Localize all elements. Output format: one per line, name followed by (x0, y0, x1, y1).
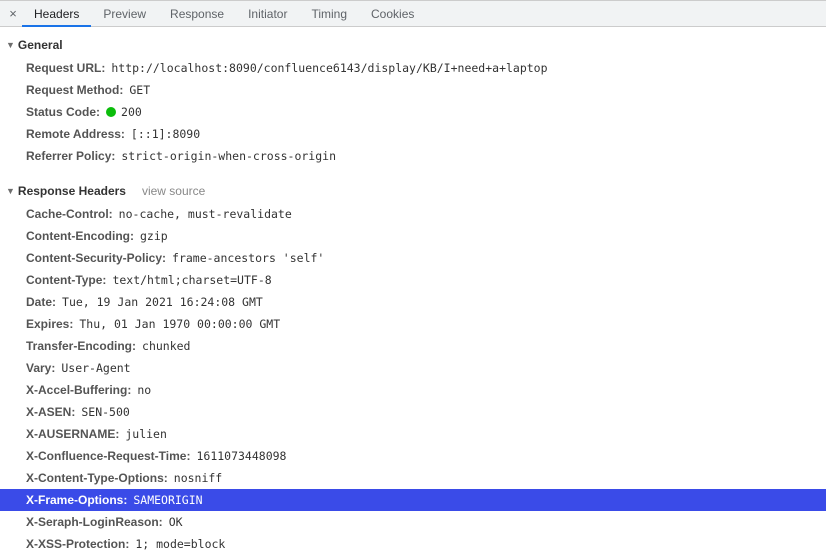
header-key: X-XSS-Protection: (26, 536, 129, 552)
header-row[interactable]: Status Code: 200 (0, 101, 826, 123)
header-row[interactable]: Date: Tue, 19 Jan 2021 16:24:08 GMT (0, 291, 826, 313)
header-row[interactable]: X-ASEN: SEN-500 (0, 401, 826, 423)
header-key: Content-Security-Policy: (26, 250, 166, 266)
header-value: julien (125, 426, 167, 442)
tab-cookies[interactable]: Cookies (359, 1, 426, 27)
tab-headers[interactable]: Headers (22, 1, 91, 27)
header-value: text/html;charset=UTF-8 (112, 272, 271, 288)
header-key: Status Code: (26, 104, 100, 120)
tab-preview[interactable]: Preview (91, 1, 158, 27)
header-key: Expires: (26, 316, 73, 332)
header-value: frame-ancestors 'self' (172, 250, 324, 266)
header-row[interactable]: X-Accel-Buffering: no (0, 379, 826, 401)
header-value: 1611073448098 (196, 448, 286, 464)
header-value: gzip (140, 228, 168, 244)
header-value: nosniff (174, 470, 222, 486)
header-key: Request Method: (26, 82, 123, 98)
header-key: Content-Type: (26, 272, 106, 288)
section-toggle-general[interactable]: ▼ General (0, 35, 826, 55)
header-key: X-Content-Type-Options: (26, 470, 168, 486)
header-key: Date: (26, 294, 56, 310)
tab-response[interactable]: Response (158, 1, 236, 27)
header-key: Referrer Policy: (26, 148, 115, 164)
header-value: SAMEORIGIN (133, 492, 202, 508)
general-rows: Request URL: http://localhost:8090/conflu… (0, 55, 826, 175)
tab-timing[interactable]: Timing (299, 1, 359, 27)
header-row[interactable]: Transfer-Encoding: chunked (0, 335, 826, 357)
section-title: General (18, 38, 63, 52)
header-value: strict-origin-when-cross-origin (121, 148, 336, 164)
panel-content: ▼ General Request URL: http://localhost:8… (0, 27, 826, 558)
header-key: X-Confluence-Request-Time: (26, 448, 190, 464)
header-value: SEN-500 (81, 404, 129, 420)
section-response-headers: ▼ Response Headers view source Cache-Con… (0, 181, 826, 558)
header-key: Remote Address: (26, 126, 125, 142)
header-key: X-ASEN: (26, 404, 75, 420)
header-key: X-Frame-Options: (26, 492, 127, 508)
view-source-link[interactable]: view source (142, 184, 205, 198)
header-key: Content-Encoding: (26, 228, 134, 244)
header-key: X-AUSERNAME: (26, 426, 119, 442)
header-row[interactable]: Referrer Policy: strict-origin-when-cross… (0, 145, 826, 167)
header-key: X-Seraph-LoginReason: (26, 514, 163, 530)
header-row[interactable]: Content-Encoding: gzip (0, 225, 826, 247)
header-row[interactable]: Remote Address: [::1]:8090 (0, 123, 826, 145)
header-key: Cache-Control: (26, 206, 113, 222)
section-title: Response Headers (18, 184, 126, 198)
tabbar: × HeadersPreviewResponseInitiatorTimingC… (0, 0, 826, 27)
section-general: ▼ General Request URL: http://localhost:8… (0, 35, 826, 175)
header-row[interactable]: X-Content-Type-Options: nosniff (0, 467, 826, 489)
header-value: [::1]:8090 (131, 126, 200, 142)
header-value: OK (169, 514, 183, 530)
header-value: chunked (142, 338, 190, 354)
header-row[interactable]: Vary: User-Agent (0, 357, 826, 379)
header-row[interactable]: Content-Type: text/html;charset=UTF-8 (0, 269, 826, 291)
triangle-down-icon: ▼ (6, 187, 15, 196)
response-rows: Cache-Control:no-cache, must-revalidateC… (0, 201, 826, 558)
tab-initiator[interactable]: Initiator (236, 1, 299, 27)
header-row[interactable]: Expires: Thu, 01 Jan 1970 00:00:00 GMT (0, 313, 826, 335)
header-row[interactable]: Request Method: GET (0, 79, 826, 101)
header-row[interactable]: Content-Security-Policy: frame-ancestors … (0, 247, 826, 269)
header-value: Tue, 19 Jan 2021 16:24:08 GMT (62, 294, 263, 310)
header-value: Thu, 01 Jan 1970 00:00:00 GMT (79, 316, 280, 332)
section-toggle-response[interactable]: ▼ Response Headers view source (0, 181, 826, 201)
header-value: http://localhost:8090/confluence6143/dis… (111, 60, 547, 76)
header-value: User-Agent (61, 360, 130, 376)
header-value: no-cache, must-revalidate (119, 206, 292, 222)
status-dot-icon (106, 107, 116, 117)
header-row[interactable]: X-AUSERNAME: julien (0, 423, 826, 445)
header-row[interactable]: Cache-Control: no-cache, must-revalidate (0, 203, 826, 225)
close-icon[interactable]: × (4, 7, 22, 20)
header-value: no (137, 382, 151, 398)
header-row[interactable]: X-Frame-Options: SAMEORIGIN (0, 489, 826, 511)
header-key: Request URL: (26, 60, 105, 76)
header-row[interactable]: X-Confluence-Request-Time: 1611073448098 (0, 445, 826, 467)
header-value: GET (129, 82, 150, 98)
header-key: Vary: (26, 360, 55, 376)
header-value: 1; mode=block (135, 536, 225, 552)
header-key: Transfer-Encoding: (26, 338, 136, 354)
header-row[interactable]: Request URL: http://localhost:8090/conflu… (0, 57, 826, 79)
header-value: 200 (106, 104, 142, 120)
header-key: X-Accel-Buffering: (26, 382, 131, 398)
triangle-down-icon: ▼ (6, 41, 15, 50)
header-row[interactable]: X-XSS-Protection: 1; mode=block (0, 533, 826, 555)
header-row[interactable]: X-Seraph-LoginReason: OK (0, 511, 826, 533)
